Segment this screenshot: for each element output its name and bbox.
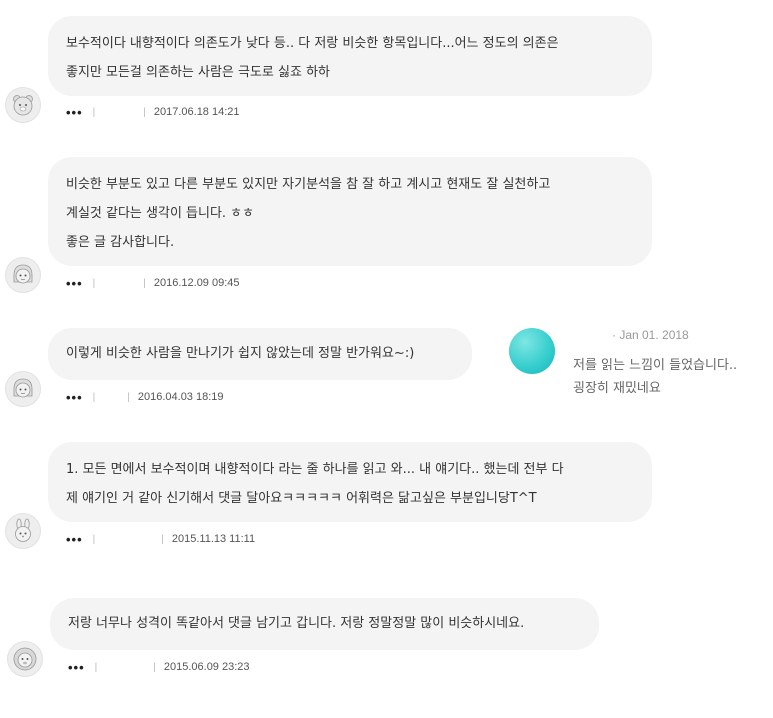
separator: | xyxy=(92,277,96,289)
more-options-button[interactable]: ••• xyxy=(66,105,83,120)
separator: | xyxy=(92,106,96,118)
comment-text-line: 이렇게 비슷한 사람을 만나기가 쉽지 않았는데 정말 반가워요~:) xyxy=(66,346,415,361)
separator: | xyxy=(161,533,164,545)
separator: | xyxy=(92,533,96,545)
bear-avatar-icon[interactable] xyxy=(5,87,41,123)
comment-bubble: 1. 모든 면에서 보수적이며 내향적이다 라는 줄 하나를 읽고 와... 내… xyxy=(48,442,652,522)
reply-avatar[interactable] xyxy=(509,328,555,374)
comment-meta: ••• | | 2016.04.03 18:19 xyxy=(66,389,224,405)
more-options-button[interactable]: ••• xyxy=(66,532,83,547)
separator: | xyxy=(92,391,96,403)
comment-meta: ••• | | 2016.12.09 09:45 xyxy=(66,275,240,291)
more-options-button[interactable]: ••• xyxy=(66,276,83,291)
comment-meta: ••• | | 2015.11.13 11:11 xyxy=(66,531,255,547)
comment-meta: ••• | | 2017.06.18 14:21 xyxy=(66,104,240,120)
comment-bubble: 이렇게 비슷한 사람을 만나기가 쉽지 않았는데 정말 반가워요~:) xyxy=(48,328,472,380)
comment-text-line: 보수적이다 내향적이다 의존도가 낮다 등.. 다 저랑 비슷한 항목입니다..… xyxy=(66,36,559,51)
comment-date: 2015.11.13 11:11 xyxy=(171,533,256,545)
comment-meta: ••• | | 2015.06.09 23:23 xyxy=(68,659,250,675)
comment-text-line: 제 얘기인 거 같아 신기해서 댓글 달아요ㅋㅋㅋㅋㅋ 어휘력은 닮고싶은 부분… xyxy=(66,491,537,506)
comment-bubble: 보수적이다 내향적이다 의존도가 낮다 등.. 다 저랑 비슷한 항목입니다..… xyxy=(48,16,652,96)
separator: | xyxy=(143,106,146,118)
reply-date: · Jan 01. 2018 xyxy=(612,328,689,342)
separator: | xyxy=(94,661,98,673)
comment-text-line: 계실것 같다는 생각이 듭니다. ㅎㅎ xyxy=(66,206,255,221)
more-options-button[interactable]: ••• xyxy=(68,660,85,675)
girl-avatar-icon[interactable] xyxy=(5,257,41,293)
reply-text-line: 굉장히 재밌네요 xyxy=(573,381,661,396)
comment-bubble: 저랑 너무나 성격이 똑같아서 댓글 남기고 갑니다. 저랑 정말정말 많이 비… xyxy=(50,598,599,650)
comment-date: 2016.04.03 18:19 xyxy=(137,391,224,403)
lion-avatar-icon[interactable] xyxy=(7,641,43,677)
comment-date: 2015.06.09 23:23 xyxy=(163,661,250,673)
reply-text: 저를 읽는 느낌이 들었습니다.. 굉장히 재밌네요 xyxy=(573,354,737,400)
girl-avatar-icon[interactable] xyxy=(5,371,41,407)
rabbit-avatar-icon[interactable] xyxy=(5,513,41,549)
separator: | xyxy=(153,661,156,673)
comment-text-line: 1. 모든 면에서 보수적이며 내향적이다 라는 줄 하나를 읽고 와... 내… xyxy=(66,462,564,477)
comment-text-line: 좋은 글 감사합니다. xyxy=(66,235,175,250)
comment-text-line: 비슷한 부분도 있고 다른 부분도 있지만 자기분석을 참 잘 하고 계시고 현… xyxy=(66,177,551,192)
reply-text-line: 저를 읽는 느낌이 들었습니다.. xyxy=(573,358,738,373)
comment-date: 2017.06.18 14:21 xyxy=(153,106,240,118)
comment-bubble: 비슷한 부분도 있고 다른 부분도 있지만 자기분석을 참 잘 하고 계시고 현… xyxy=(48,157,652,266)
comment-date: 2016.12.09 09:45 xyxy=(153,277,240,289)
more-options-button[interactable]: ••• xyxy=(66,390,83,405)
separator: | xyxy=(143,277,146,289)
comment-text-line: 좋지만 모든걸 의존하는 사람은 극도로 싫죠 하하 xyxy=(66,65,330,80)
comment-text-line: 저랑 너무나 성격이 똑같아서 댓글 남기고 갑니다. 저랑 정말정말 많이 비… xyxy=(68,616,525,631)
separator: | xyxy=(127,391,130,403)
